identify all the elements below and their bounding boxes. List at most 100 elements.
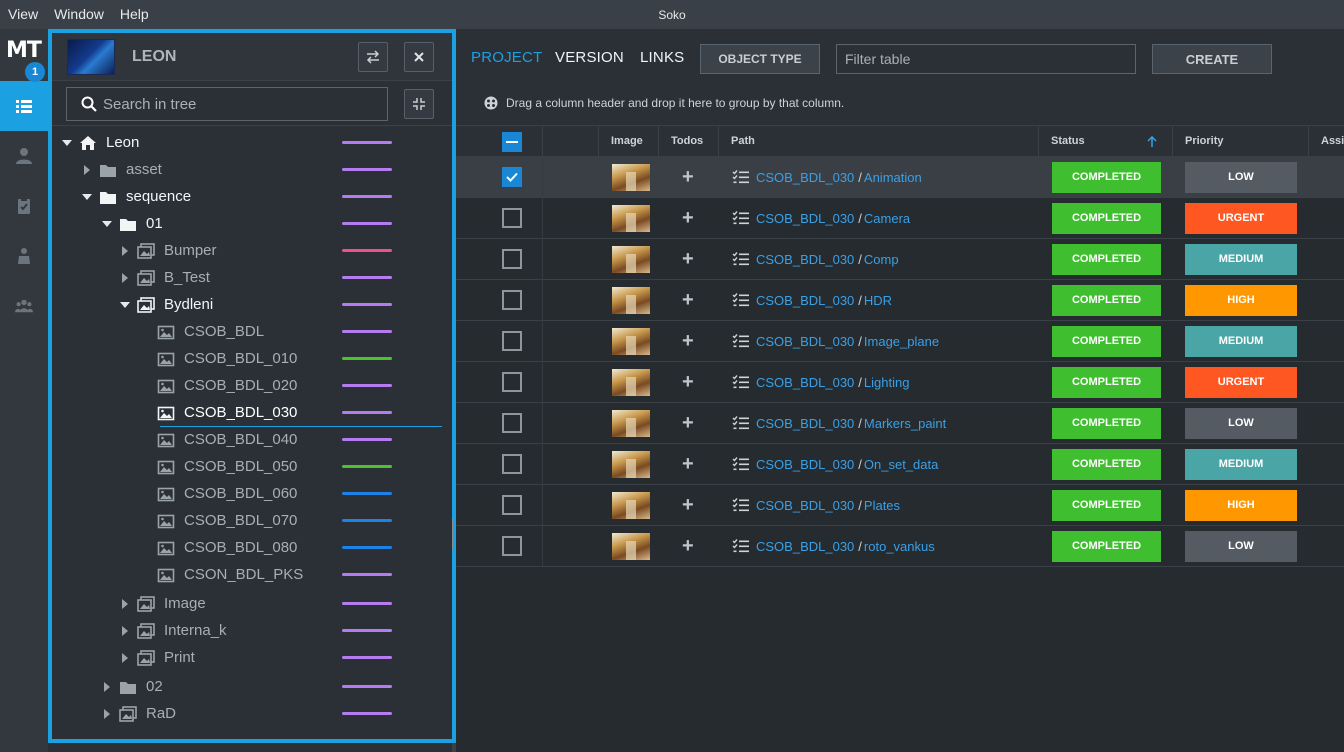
status-badge[interactable]: COMPLETED	[1052, 407, 1161, 439]
status-badge[interactable]: COMPLETED	[1052, 202, 1161, 234]
priority-badge[interactable]: LOW	[1185, 530, 1297, 562]
add-todo-icon[interactable]: +	[682, 494, 694, 517]
table-row[interactable]: + CSOB_BDL_030 /roto_vankus COMPLETED LOW	[456, 526, 1344, 567]
thumbnail-image[interactable]	[612, 245, 650, 273]
tree-node-b-test[interactable]: B_Test	[118, 264, 210, 291]
thumbnail-image[interactable]	[612, 491, 650, 519]
add-todo-icon[interactable]: +	[682, 207, 694, 230]
app-logo[interactable]: MT 1	[0, 29, 48, 82]
caret-right-icon[interactable]	[80, 164, 94, 175]
close-panel-button[interactable]	[404, 42, 434, 72]
row-checkbox[interactable]	[502, 372, 522, 392]
menu-help[interactable]: Help	[112, 0, 157, 29]
caret-down-icon[interactable]	[100, 220, 114, 228]
col-header-assignee[interactable]: Assi	[1308, 126, 1344, 156]
status-badge[interactable]: COMPLETED	[1052, 448, 1161, 480]
table-row[interactable]: + CSOB_BDL_030 /On_set_data COMPLETED MEDIUM	[456, 444, 1344, 485]
add-todo-icon[interactable]: +	[682, 371, 694, 394]
caret-down-icon[interactable]	[60, 139, 74, 147]
filter-box[interactable]	[836, 44, 1136, 74]
rail-tree-button[interactable]	[0, 81, 48, 131]
tree-node-01[interactable]: 01	[100, 210, 163, 237]
priority-badge[interactable]: LOW	[1185, 161, 1297, 193]
tree-node-print[interactable]: Print	[118, 644, 195, 671]
table-row[interactable]: + CSOB_BDL_030 /Comp COMPLETED MEDIUM	[456, 239, 1344, 280]
select-all-checkbox[interactable]	[502, 132, 522, 152]
row-checkbox[interactable]	[502, 208, 522, 228]
tree-node-leon[interactable]: Leon	[60, 129, 139, 156]
col-header-image[interactable]: Image	[598, 126, 658, 156]
thumbnail-image[interactable]	[612, 368, 650, 396]
rail-person-button[interactable]	[0, 231, 48, 281]
path-parent-link[interactable]: CSOB_BDL_030	[756, 375, 854, 390]
tree-node-csob-bdl-030[interactable]: CSOB_BDL_030	[138, 399, 297, 426]
priority-badge[interactable]: URGENT	[1185, 202, 1297, 234]
row-checkbox[interactable]	[502, 536, 522, 556]
tab-links[interactable]: LINKS	[640, 29, 684, 87]
tree-node-rad[interactable]: RaD	[100, 700, 176, 727]
status-badge[interactable]: COMPLETED	[1052, 530, 1161, 562]
path-child-link[interactable]: Plates	[864, 498, 900, 513]
status-badge[interactable]: COMPLETED	[1052, 284, 1161, 316]
table-row[interactable]: + CSOB_BDL_030 /Image_plane COMPLETED MEDIUM	[456, 321, 1344, 362]
thumbnail-image[interactable]	[612, 532, 650, 560]
thumbnail-image[interactable]	[612, 450, 650, 478]
col-header-todos[interactable]: Todos	[658, 126, 718, 156]
tree-search-input[interactable]	[103, 95, 383, 113]
tree-node-csob-bdl-020[interactable]: CSOB_BDL_020	[138, 372, 297, 399]
path-parent-link[interactable]: CSOB_BDL_030	[756, 211, 854, 226]
path-parent-link[interactable]: CSOB_BDL_030	[756, 293, 854, 308]
tree-node-csob-bdl[interactable]: CSOB_BDL	[138, 318, 264, 345]
add-todo-icon[interactable]: +	[682, 289, 694, 312]
add-todo-icon[interactable]: +	[682, 453, 694, 476]
status-badge[interactable]: COMPLETED	[1052, 366, 1161, 398]
thumbnail-image[interactable]	[612, 409, 650, 437]
table-row[interactable]: + CSOB_BDL_030 /Animation COMPLETED LOW	[456, 157, 1344, 198]
collapse-tree-button[interactable]	[404, 89, 434, 119]
priority-badge[interactable]: MEDIUM	[1185, 243, 1297, 275]
priority-badge[interactable]: MEDIUM	[1185, 448, 1297, 480]
path-parent-link[interactable]: CSOB_BDL_030	[756, 457, 854, 472]
add-todo-icon[interactable]: +	[682, 330, 694, 353]
menu-window[interactable]: Window	[46, 0, 112, 29]
tree-node-csob-bdl-040[interactable]: CSOB_BDL_040	[138, 426, 297, 453]
priority-badge[interactable]: HIGH	[1185, 489, 1297, 521]
tree-search-box[interactable]	[66, 87, 388, 121]
menu-view[interactable]: View	[0, 0, 46, 29]
table-row[interactable]: + CSOB_BDL_030 /Lighting COMPLETED URGENT	[456, 362, 1344, 403]
tab-version[interactable]: VERSION	[555, 29, 624, 87]
rail-team-button[interactable]	[0, 281, 48, 331]
caret-right-icon[interactable]	[100, 708, 114, 719]
tree-node-bydleni[interactable]: Bydleni	[118, 291, 213, 318]
add-todo-icon[interactable]: +	[682, 412, 694, 435]
priority-badge[interactable]: HIGH	[1185, 284, 1297, 316]
caret-down-icon[interactable]	[118, 301, 132, 309]
tree-node-csob-bdl-050[interactable]: CSOB_BDL_050	[138, 453, 297, 480]
tree-node-interna-k[interactable]: Interna_k	[118, 617, 227, 644]
notification-badge[interactable]: 1	[25, 62, 45, 82]
thumbnail-image[interactable]	[612, 204, 650, 232]
path-parent-link[interactable]: CSOB_BDL_030	[756, 334, 854, 349]
path-child-link[interactable]: Image_plane	[864, 334, 939, 349]
path-child-link[interactable]: Lighting	[864, 375, 910, 390]
tree-node-sequence[interactable]: sequence	[80, 183, 191, 210]
path-child-link[interactable]: Comp	[864, 252, 899, 267]
create-button[interactable]: CREATE	[1152, 44, 1272, 74]
status-badge[interactable]: COMPLETED	[1052, 161, 1161, 193]
row-checkbox[interactable]	[502, 249, 522, 269]
table-row[interactable]: + CSOB_BDL_030 /Markers_paint COMPLETED LOW	[456, 403, 1344, 444]
add-todo-icon[interactable]: +	[682, 166, 694, 189]
swap-button[interactable]	[358, 42, 388, 72]
caret-right-icon[interactable]	[118, 625, 132, 636]
tab-project[interactable]: PROJECT	[471, 29, 542, 87]
add-todo-icon[interactable]: +	[682, 535, 694, 558]
priority-badge[interactable]: MEDIUM	[1185, 325, 1297, 357]
table-row[interactable]: + CSOB_BDL_030 /Plates COMPLETED HIGH	[456, 485, 1344, 526]
caret-right-icon[interactable]	[118, 245, 132, 256]
panel-resize-handle[interactable]	[452, 519, 454, 549]
group-drop-zone[interactable]: Drag a column header and drop it here to…	[456, 81, 1344, 125]
filter-input[interactable]	[845, 45, 1125, 73]
row-checkbox[interactable]	[502, 413, 522, 433]
thumbnail-image[interactable]	[612, 286, 650, 314]
tree-node-csob-bdl-010[interactable]: CSOB_BDL_010	[138, 345, 297, 372]
